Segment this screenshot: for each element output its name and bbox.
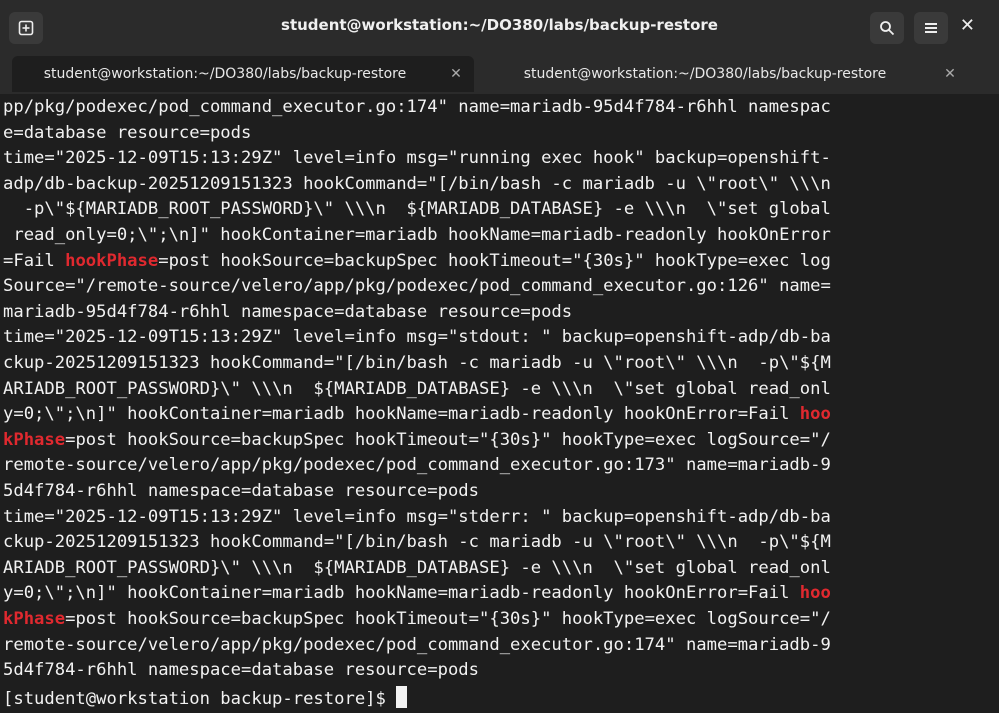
terminal-line: remote-source/velero/app/pkg/podexec/pod…	[3, 455, 831, 475]
terminal-line: time="2025-12-09T15:13:29Z" level=info m…	[3, 507, 831, 527]
tab-terminal-1[interactable]: student@workstation:~/DO380/labs/backup-…	[12, 56, 474, 92]
text-segment: y=0;\";\n]" hookContainer=mariadb hookNa…	[3, 583, 800, 604]
text-segment: =post hookSource=backupSpec hookTimeout=…	[158, 250, 831, 271]
window-title: student@workstation:~/DO380/labs/backup-…	[281, 16, 718, 34]
window-close-button[interactable]: ✕	[960, 15, 975, 36]
text-segment: -p\"${MARIADB_ROOT_PASSWORD}\" \\\n ${MA…	[3, 199, 831, 220]
terminal-line: 5d4f784-r6hhl namespace=database resourc…	[3, 660, 479, 680]
text-segment: read_only=0;\";\n]" hookContainer=mariad…	[3, 225, 831, 245]
terminal-line: 5d4f784-r6hhl namespace=database resourc…	[3, 481, 479, 501]
hamburger-menu-icon	[925, 23, 937, 33]
terminal-line: time="2025-12-09T15:13:29Z" level=info m…	[3, 327, 831, 347]
terminal-output[interactable]: pp/pkg/podexec/pod_command_executor.go:1…	[0, 94, 999, 713]
text-segment: Source="/remote-source/velero/app/pkg/po…	[3, 276, 831, 297]
search-button[interactable]	[870, 12, 904, 44]
terminal-line: y=0;\";\n]" hookContainer=mariadb hookNa…	[3, 583, 831, 603]
tab-close-icon[interactable]: ✕	[932, 66, 968, 82]
text-segment: y=0;\";\n]" hookContainer=mariadb hookNa…	[3, 404, 800, 425]
prompt-text: [student@workstation backup-restore]$	[3, 688, 397, 709]
text-segment: pp/pkg/podexec/pod_command_executor.go:1…	[3, 97, 831, 117]
terminal-line: time="2025-12-09T15:13:29Z" level=info m…	[3, 148, 831, 168]
terminal-line: e=database resource=pods	[3, 123, 251, 143]
tab-terminal-2[interactable]: student@workstation:~/DO380/labs/backup-…	[478, 56, 968, 92]
text-segment: remote-source/velero/app/pkg/podexec/pod…	[3, 634, 831, 655]
terminal-line: kPhase=post hookSource=backupSpec hookTi…	[3, 609, 831, 629]
text-segment: ARIADB_ROOT_PASSWORD}\" \\\n ${MARIADB_D…	[3, 378, 831, 399]
text-segment: ckup-20251209151323 hookCommand="[/bin/b…	[3, 532, 831, 553]
terminal-line: ARIADB_ROOT_PASSWORD}\" \\\n ${MARIADB_D…	[3, 379, 831, 399]
terminal-line: remote-source/velero/app/pkg/podexec/pod…	[3, 635, 831, 655]
terminal-line: read_only=0;\";\n]" hookContainer=mariad…	[3, 225, 831, 245]
terminal-line: kPhase=post hookSource=backupSpec hookTi…	[3, 430, 831, 450]
highlighted-text: kPhase	[3, 609, 66, 629]
text-segment: ckup-20251209151323 hookCommand="[/bin/b…	[3, 353, 831, 373]
tab-bar: student@workstation:~/DO380/labs/backup-…	[0, 54, 999, 133]
terminal-line: =Fail hookPhase=post hookSource=backupSp…	[3, 251, 831, 271]
text-segment: time="2025-12-09T15:13:29Z" level=info m…	[3, 506, 831, 527]
terminal-line: y=0;\";\n]" hookContainer=mariadb hookNa…	[3, 404, 831, 424]
terminal-line: -p\"${MARIADB_ROOT_PASSWORD}\" \\\n ${MA…	[3, 199, 831, 219]
highlighted-text: hoo	[799, 583, 831, 604]
terminal-line: ARIADB_ROOT_PASSWORD}\" \\\n ${MARIADB_D…	[3, 558, 831, 578]
terminal-prompt[interactable]: [student@workstation backup-restore]$	[3, 685, 408, 709]
text-segment: ARIADB_ROOT_PASSWORD}\" \\\n ${MARIADB_D…	[3, 557, 831, 578]
text-segment: 5d4f784-r6hhl namespace=database resourc…	[3, 481, 479, 501]
tab-close-icon[interactable]: ✕	[438, 66, 474, 82]
text-segment: 5d4f784-r6hhl namespace=database resourc…	[3, 660, 479, 681]
text-segment: =post hookSource=backupSpec hookTimeout=…	[65, 429, 831, 450]
terminal-line: ckup-20251209151323 hookCommand="[/bin/b…	[3, 532, 831, 552]
text-segment: time="2025-12-09T15:13:29Z" level=info m…	[3, 327, 831, 348]
tab-label: student@workstation:~/DO380/labs/backup-…	[523, 66, 887, 82]
text-segment: =post hookSource=backupSpec hookTimeout=…	[65, 609, 831, 629]
tab-label: student@workstation:~/DO380/labs/backup-…	[43, 66, 407, 82]
text-segment: remote-source/velero/app/pkg/podexec/pod…	[3, 455, 831, 476]
text-segment: adp/db-backup-20251209151323 hookCommand…	[3, 173, 831, 194]
menu-button[interactable]	[914, 12, 948, 44]
terminal-line: ckup-20251209151323 hookCommand="[/bin/b…	[3, 353, 831, 373]
terminal-line: Source="/remote-source/velero/app/pkg/po…	[3, 276, 831, 296]
text-segment: =Fail	[3, 250, 66, 271]
title-bar: student@workstation:~/DO380/labs/backup-…	[0, 0, 999, 54]
search-icon	[880, 21, 895, 36]
highlighted-text: hoo	[799, 404, 831, 425]
close-icon: ✕	[959, 15, 975, 36]
highlighted-text: kPhase	[3, 429, 66, 450]
terminal-line: pp/pkg/podexec/pod_command_executor.go:1…	[3, 97, 831, 117]
terminal-line: adp/db-backup-20251209151323 hookCommand…	[3, 174, 831, 194]
text-segment: mariadb-95d4f784-r6hhl namespace=databas…	[3, 301, 573, 322]
text-segment: e=database resource=pods	[3, 122, 252, 143]
terminal-cursor	[396, 685, 408, 708]
terminal-line: mariadb-95d4f784-r6hhl namespace=databas…	[3, 302, 572, 322]
highlighted-text: hookPhase	[65, 250, 159, 271]
text-segment: time="2025-12-09T15:13:29Z" level=info m…	[3, 148, 831, 169]
